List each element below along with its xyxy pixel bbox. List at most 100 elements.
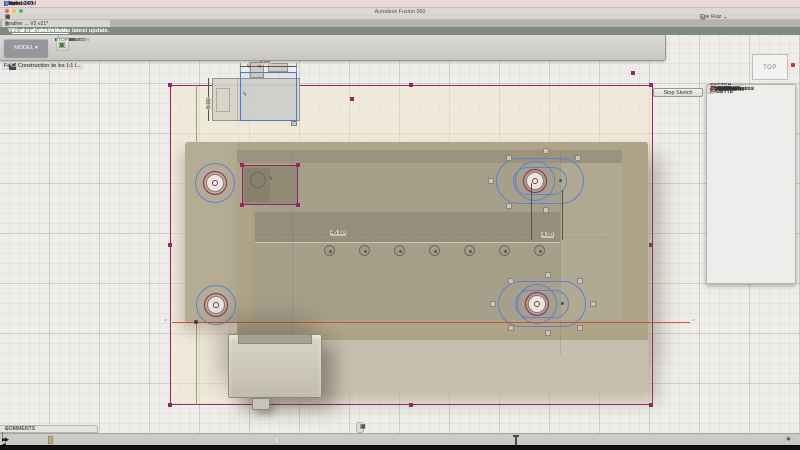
constraint-marker[interactable]: [508, 278, 514, 284]
document-tab-bar: Feather ... V2 v21* ×: [0, 20, 800, 27]
constraint-marker[interactable]: [577, 278, 583, 284]
main-toolbar: MODEL ▾ ✎╱▭○◠◇↔✂⇄↧◎ SKETCH ▾ ▮↥⊙◈≈▦ CREA…: [0, 35, 666, 61]
y-axis[interactable]: [196, 323, 197, 405]
document-tab-label: Feather ... V2 v21*: [5, 21, 48, 27]
viewports-icon[interactable]: ◫: [360, 422, 366, 433]
constraint-conflict-icon: ϟ: [269, 176, 272, 182]
user-menu-arrow[interactable]: ▾: [724, 15, 726, 20]
sketch-point[interactable]: [240, 203, 244, 207]
standoff-circle-top-left[interactable]: [195, 163, 235, 203]
comments-label: COMMENTS: [5, 426, 35, 432]
notification-center-icon[interactable]: ≡: [4, 1, 7, 7]
switch-guard-sketch-rectangle[interactable]: [242, 165, 298, 205]
sketch-origin-point[interactable]: [194, 320, 198, 324]
dimension-height[interactable]: 8.00: [206, 97, 212, 110]
close-window-button[interactable]: [5, 9, 9, 13]
constraint-marker[interactable]: [506, 203, 512, 209]
sketch-point[interactable]: [350, 97, 354, 101]
selection-highlight-rectangle[interactable]: [240, 72, 297, 121]
dimension-extension-line: [562, 190, 563, 240]
constraint-row[interactable]: Symmetry ◂▸: [707, 85, 715, 93]
lid-inner-lip: [238, 334, 312, 344]
sketch-hole-circle[interactable]: [429, 245, 440, 256]
sketch-point[interactable]: [296, 203, 300, 207]
case-slot-pocket: [255, 212, 608, 243]
update-notification-bar: You are all set with the latest update. …: [0, 27, 800, 35]
y-axis[interactable]: [196, 85, 197, 142]
dimension-slot-offset[interactable]: 4.00: [541, 232, 554, 238]
sketch-point[interactable]: [649, 243, 653, 247]
dimension-extension-line: [531, 183, 532, 240]
minimize-window-button[interactable]: [12, 9, 16, 13]
sketch-palette-panel: ◈ SKETCH PALETTE ▾ Options Look At Sketc…: [706, 84, 796, 284]
sketch-point[interactable]: [296, 163, 300, 167]
sketch-point[interactable]: [561, 302, 564, 305]
sketch-point[interactable]: [168, 243, 172, 247]
whats-new-link[interactable]: Find out what's new.: [12, 28, 69, 34]
fusion-360-window: Fusion 360 File Edit View Window Share H…: [0, 0, 800, 450]
sketch-hole-circle[interactable]: [464, 245, 475, 256]
macos-menu-bar: Fusion 360 File Edit View Window Share H…: [0, 0, 800, 8]
sketch-hole-circle[interactable]: [359, 245, 370, 256]
small-part-body[interactable]: [268, 63, 288, 72]
constraint-marker[interactable]: [590, 301, 596, 307]
constraint-marker[interactable]: [543, 148, 549, 154]
comments-bar[interactable]: COMMENTS ◉ ▴: [0, 425, 98, 433]
constraint-marker[interactable]: [545, 330, 551, 336]
sketch-point[interactable]: [631, 71, 635, 75]
timeline-feature-icon[interactable]: [48, 436, 53, 444]
sketch-point[interactable]: [168, 83, 172, 87]
sketch-point[interactable]: [409, 403, 413, 407]
lid-usb-nub: [252, 398, 270, 410]
macos-dock-strip: [0, 445, 800, 450]
sketch-point[interactable]: [240, 163, 244, 167]
timeline-settings-gear-icon[interactable]: ✱: [786, 436, 791, 443]
constraint-marker[interactable]: [543, 207, 549, 213]
browser-item-label: Construction: [16, 63, 51, 70]
dimension-extension-line: [240, 63, 241, 72]
browser-item-controls[interactable]: ◉ ▾: [9, 60, 13, 74]
timeline-feature-icon[interactable]: [274, 436, 279, 444]
constraint-marker[interactable]: [488, 178, 494, 184]
close-tab-button[interactable]: ×: [5, 21, 8, 27]
redo-icon[interactable]: ↷: [5, 14, 10, 20]
standoff-circle-bottom-left[interactable]: [196, 285, 236, 325]
timeline-bar: |◀◀▶▶|▶▶ ✱: [0, 433, 800, 445]
stop-sketch-palette-button[interactable]: Stop Sketch: [653, 88, 703, 97]
dimension-line: [240, 66, 297, 67]
connector-glyph: [291, 121, 297, 126]
toolbar-group-stop-sketch: ▣ STOP SKETCH: [52, 35, 59, 37]
view-cube[interactable]: TOP: [752, 54, 788, 80]
close-notification-button[interactable]: ×: [8, 28, 12, 34]
sketch-point[interactable]: [409, 83, 413, 87]
workspace-switcher-button[interactable]: MODEL ▾: [4, 39, 48, 57]
x-axis[interactable]: [172, 322, 690, 323]
x-axis-marker: ×: [692, 318, 695, 324]
sketch-hole-circle[interactable]: [324, 245, 335, 256]
sketch-point[interactable]: [168, 403, 172, 407]
dimension-extension-line: [296, 63, 297, 72]
constraint-marker[interactable]: [508, 325, 514, 331]
constraint-marker[interactable]: [506, 155, 512, 161]
sketch-hole-circle[interactable]: [534, 245, 545, 256]
battery-detail-rect: [216, 88, 230, 112]
timeline-playhead[interactable]: [515, 435, 517, 445]
go-to-end-icon[interactable]: ▶▶: [2, 435, 9, 445]
dimension-length[interactable]: 45.60: [330, 230, 346, 236]
constraint-icon[interactable]: ◂▸: [711, 85, 717, 93]
x-axis-marker: ×: [164, 318, 167, 324]
sketch-point[interactable]: [649, 83, 653, 87]
sketch-hole-circle[interactable]: [499, 245, 510, 256]
sketch-hole-circle[interactable]: [394, 245, 405, 256]
constraint-marker[interactable]: [490, 301, 496, 307]
constraint-marker[interactable]: [545, 272, 551, 278]
sketch-point[interactable]: [649, 403, 653, 407]
constraint-marker[interactable]: [575, 155, 581, 161]
document-tab[interactable]: Feather ... V2 v21* ×: [2, 20, 110, 27]
sketch-centerline[interactable]: [255, 237, 608, 238]
sketch-point[interactable]: [559, 179, 562, 182]
constraint-marker[interactable]: [577, 325, 583, 331]
view-cube-marker: [791, 63, 795, 67]
battery-edge-line: [237, 78, 238, 121]
zoom-window-button[interactable]: [19, 9, 23, 13]
